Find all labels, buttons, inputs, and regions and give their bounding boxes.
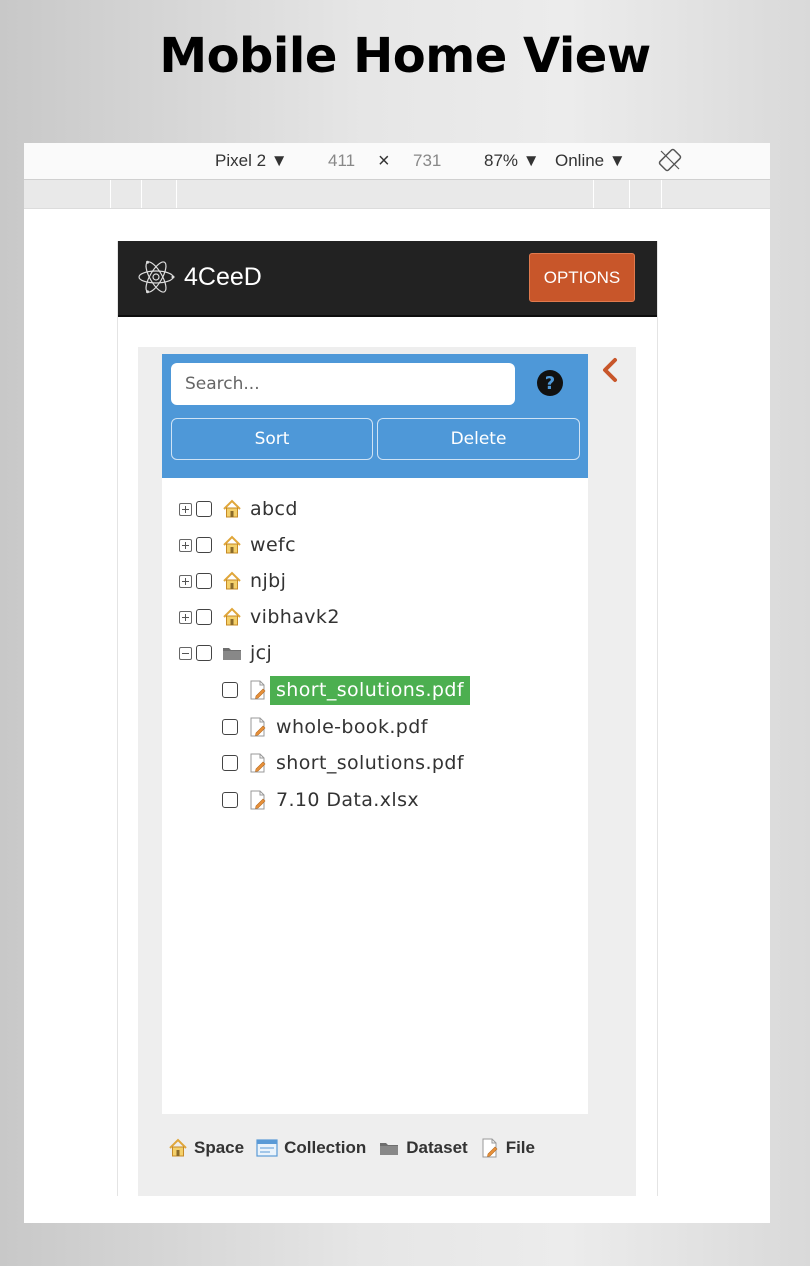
tree-item[interactable]: njbj [179,566,292,596]
atom-logo-icon [138,260,175,294]
zoom-select[interactable]: 87% ▼ [484,151,540,171]
tree-item-label: short_solutions.pdf [276,751,464,774]
brand-name: 4CeeD [184,262,262,291]
rotate-icon[interactable] [658,148,682,177]
file-tree: abcd wefc njbj vibhavk2 jcj short_soluti… [162,478,588,1114]
dimension-separator: × [378,150,390,172]
folder-icon [380,1143,399,1155]
viewport-width[interactable]: 411 [328,151,355,171]
viewport-height[interactable]: 731 [413,151,441,171]
checkbox[interactable] [222,719,238,735]
checkbox[interactable] [196,501,212,517]
checkbox[interactable] [222,792,238,808]
tree-item-label: njbj [250,569,287,592]
collapse-icon[interactable] [179,646,192,660]
legend-file: File [480,1138,535,1158]
checkbox[interactable] [222,682,238,698]
legend-space: Space [168,1138,244,1158]
tree-item-label: whole-book.pdf [276,715,428,738]
device-select[interactable]: Pixel 2 ▼ [215,151,288,171]
tree-item[interactable]: abcd [179,494,304,524]
network-select[interactable]: Online ▼ [555,151,626,171]
legend-collection: Collection [256,1138,366,1158]
expand-icon[interactable] [179,538,192,552]
tree-item[interactable]: short_solutions.pdf [222,675,470,705]
checkbox[interactable] [196,537,212,553]
checkbox[interactable] [196,645,212,661]
legend: Space Collection Dataset File [168,1136,608,1160]
legend-dataset: Dataset [378,1138,468,1158]
help-icon[interactable]: ? [537,370,563,396]
tree-item[interactable]: vibhavk2 [179,602,346,632]
options-button[interactable]: OPTIONS [529,253,635,302]
phone-viewport: 4CeeD OPTIONS ? Sort Delete abcd [117,241,658,1196]
expand-icon[interactable] [179,574,192,588]
folder-icon [223,648,241,660]
sort-button[interactable]: Sort [171,418,373,460]
tree-item[interactable]: whole-book.pdf [222,712,434,742]
file-icon [250,717,266,737]
brand[interactable]: 4CeeD [136,255,262,299]
search-input[interactable] [171,363,515,405]
tree-item[interactable]: wefc [179,530,302,560]
file-icon [482,1138,498,1158]
tree-item-label: wefc [250,533,296,556]
file-icon [250,753,266,773]
file-icon [250,680,266,700]
delete-button[interactable]: Delete [377,418,580,460]
tree-item-label: abcd [250,497,298,520]
checkbox[interactable] [196,609,212,625]
home-icon [223,607,241,626]
slide-title: Mobile Home View [159,28,651,84]
tree-item-label: jcj [250,641,273,664]
home-icon [223,535,241,554]
devtools-frame: Pixel 2 ▼ 411 × 731 87% ▼ Online ▼ 4CeeD… [24,143,770,1223]
legend-label: Collection [284,1138,367,1157]
file-icon [250,790,266,810]
checkbox[interactable] [222,755,238,771]
tree-item[interactable]: jcj [179,638,278,668]
checkbox[interactable] [196,573,212,589]
collapse-panel-icon[interactable] [600,357,620,383]
home-icon [223,571,241,590]
devtools-toolbar: Pixel 2 ▼ 411 × 731 87% ▼ Online ▼ [24,143,770,180]
content-area: ? Sort Delete abcd wefc [138,347,636,1196]
devtools-ruler [24,180,770,209]
panel-header: ? Sort Delete [162,354,588,478]
tree-item[interactable]: 7.10 Data.xlsx [222,785,425,815]
home-icon [223,499,241,518]
navbar: 4CeeD OPTIONS [118,241,657,317]
home-icon [169,1138,187,1157]
tree-item-label: short_solutions.pdf [270,675,470,705]
collection-icon [256,1139,278,1157]
legend-label: Dataset [406,1138,468,1157]
expand-icon[interactable] [179,502,192,516]
tree-item-label: 7.10 Data.xlsx [276,788,420,811]
legend-label: File [505,1138,535,1157]
legend-label: Space [194,1138,245,1157]
tree-item-label: vibhavk2 [250,605,340,628]
tree-item[interactable]: short_solutions.pdf [222,748,470,778]
expand-icon[interactable] [179,610,192,624]
